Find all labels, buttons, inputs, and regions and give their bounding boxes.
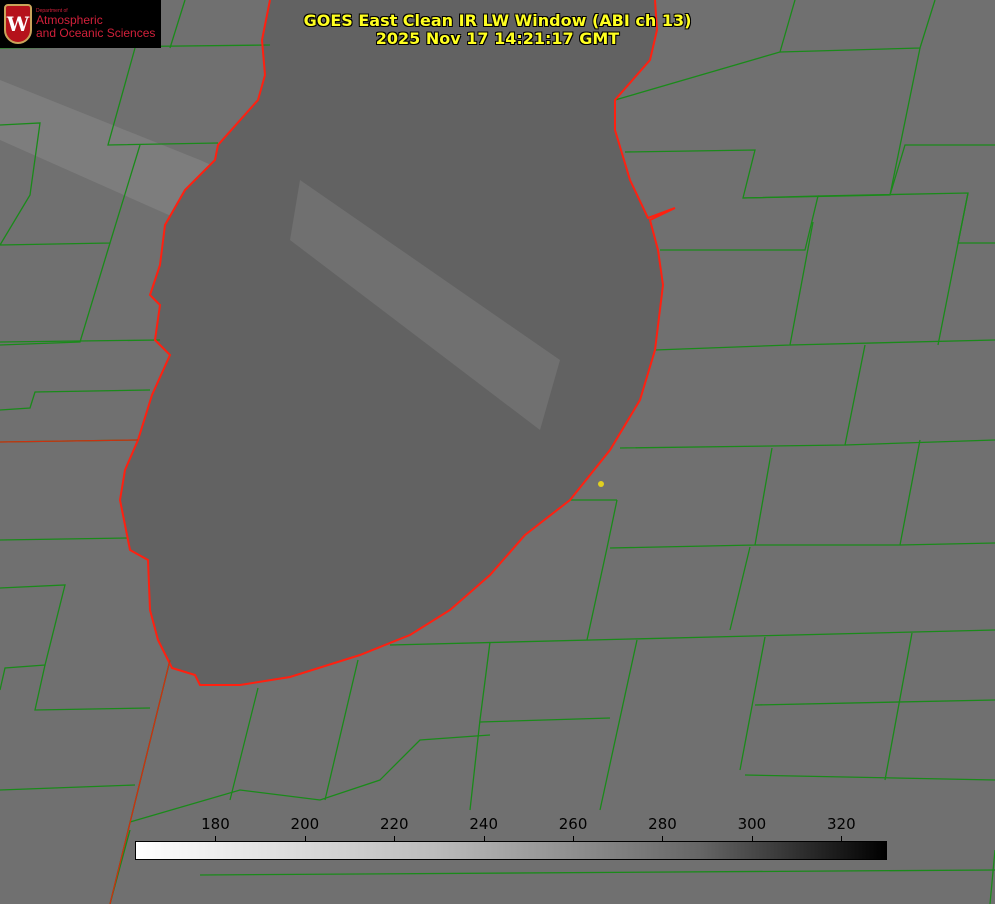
title-product: GOES East Clean IR LW Window (ABI ch 13) [303, 11, 692, 30]
colorbar-tick-mark [751, 836, 753, 841]
colorbar-tick-mark [841, 836, 843, 841]
colorbar-tick-label: 280 [648, 815, 677, 833]
colorbar-tick-label: 220 [379, 815, 409, 833]
colorbar-tick-label: 260 [558, 815, 588, 833]
satellite-image: W Department of Atmospheric and Oceanic … [0, 0, 995, 904]
colorbar-tick-mark [662, 836, 664, 841]
colorbar-tick-label: 320 [826, 815, 856, 833]
map-layer [0, 0, 995, 904]
image-title: GOES East Clean IR LW Window (ABI ch 13)… [0, 12, 995, 48]
location-marker [598, 481, 604, 487]
colorbar-tick-label: 180 [201, 815, 230, 833]
colorbar-tick-label: 240 [469, 815, 498, 833]
colorbar-tick-mark [215, 836, 217, 841]
title-timestamp: 2025 Nov 17 14:21:17 GMT [375, 29, 620, 48]
colorbar-tick-mark [483, 836, 485, 841]
colorbar-tick-mark [573, 836, 575, 841]
colorbar-tick-label: 300 [737, 815, 767, 833]
colorbar-tick-label: 200 [290, 815, 320, 833]
colorbar [135, 841, 887, 860]
colorbar-tick-mark [394, 836, 396, 841]
colorbar-tick-mark [304, 836, 306, 841]
